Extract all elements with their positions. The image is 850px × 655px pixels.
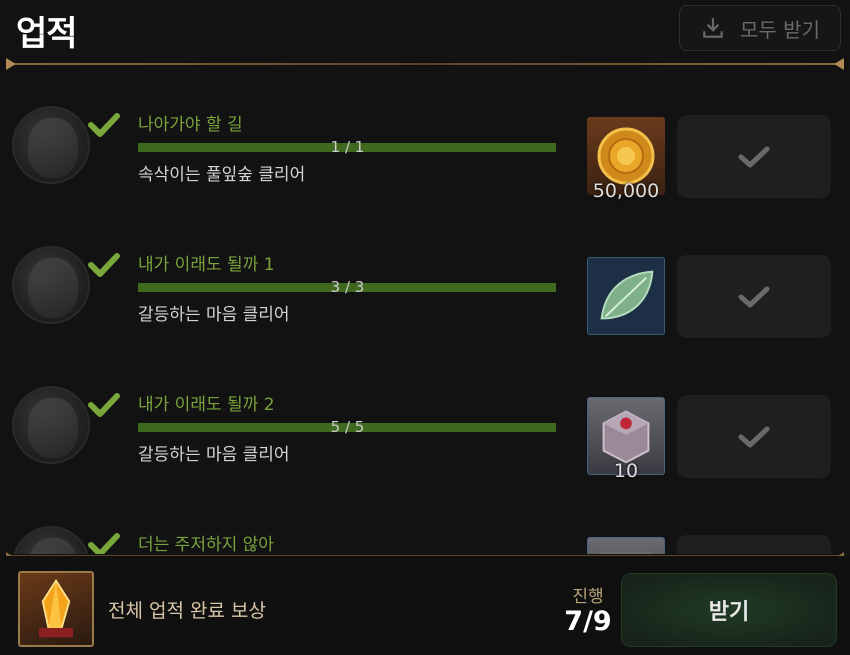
- achievement-title: 나아가야 할 길: [138, 115, 243, 135]
- progress-text: 5 / 5: [330, 418, 365, 436]
- total-reward-label: 전체 업적 완료 보상: [108, 600, 266, 622]
- page-title: 업적: [16, 14, 78, 54]
- checkmark-icon: [738, 426, 770, 447]
- achievement-row: 나아가야 할 길 1 / 1 속삭이는 풀잎숲 클리어 50,000: [0, 72, 850, 212]
- achievement-description: 갈등하는 마음 클리어: [138, 305, 290, 325]
- reward-item[interactable]: [587, 537, 665, 554]
- progress-value: 7/9: [564, 606, 612, 637]
- checkmark-icon: [88, 113, 120, 137]
- achievement-title: 내가 이래도 될까 2: [138, 395, 275, 415]
- leaf-icon: [600, 270, 654, 320]
- achievement-row: 내가 이래도 될까 1 3 / 3 갈등하는 마음 클리어: [0, 212, 850, 352]
- claim-button[interactable]: 받기: [621, 573, 837, 647]
- avatar: [12, 526, 90, 554]
- avatar: [12, 386, 90, 464]
- claimed-button[interactable]: [677, 115, 831, 198]
- total-reward-icon[interactable]: [18, 571, 94, 647]
- achievement-description: 갈등하는 마음 클리어: [138, 445, 290, 465]
- achievement-description: 속삭이는 풀잎숲 클리어: [138, 165, 306, 185]
- achievement-list[interactable]: 나아가야 할 길 1 / 1 속삭이는 풀잎숲 클리어 50,000 내가 이래…: [0, 72, 850, 554]
- avatar: [12, 106, 90, 184]
- achievement-title: 내가 이래도 될까 1: [138, 255, 275, 275]
- footer: 전체 업적 완료 보상 진행 7/9 받기: [0, 556, 850, 655]
- receive-all-button[interactable]: 모두 받기: [679, 5, 841, 51]
- avatar: [12, 246, 90, 324]
- progress-text: 3 / 3: [330, 278, 365, 296]
- achievement-row: 내가 이래도 될까 2 5 / 5 갈등하는 마음 클리어 10: [0, 352, 850, 492]
- reward-item[interactable]: [587, 257, 665, 335]
- progress-label: 진행: [572, 587, 604, 607]
- download-icon: [703, 18, 723, 38]
- reward-icon: [601, 551, 651, 554]
- checkmark-icon: [88, 393, 120, 417]
- header-divider: [6, 58, 844, 70]
- reward-count: 10: [613, 460, 639, 482]
- crystal-icon: [38, 578, 74, 638]
- claimed-button[interactable]: [677, 535, 831, 554]
- claimed-button[interactable]: [677, 255, 831, 338]
- progress-text: 1 / 1: [330, 138, 365, 156]
- checkmark-icon: [88, 533, 120, 554]
- achievement-row: 더는 주저하지 않아: [0, 492, 850, 554]
- claimed-button[interactable]: [677, 395, 831, 478]
- receive-all-label: 모두 받기: [740, 17, 820, 42]
- achievement-title: 더는 주저하지 않아: [138, 535, 274, 554]
- checkmark-icon: [738, 146, 770, 167]
- reward-count: 50,000: [592, 180, 660, 202]
- checkmark-icon: [738, 286, 770, 307]
- checkmark-icon: [88, 253, 120, 277]
